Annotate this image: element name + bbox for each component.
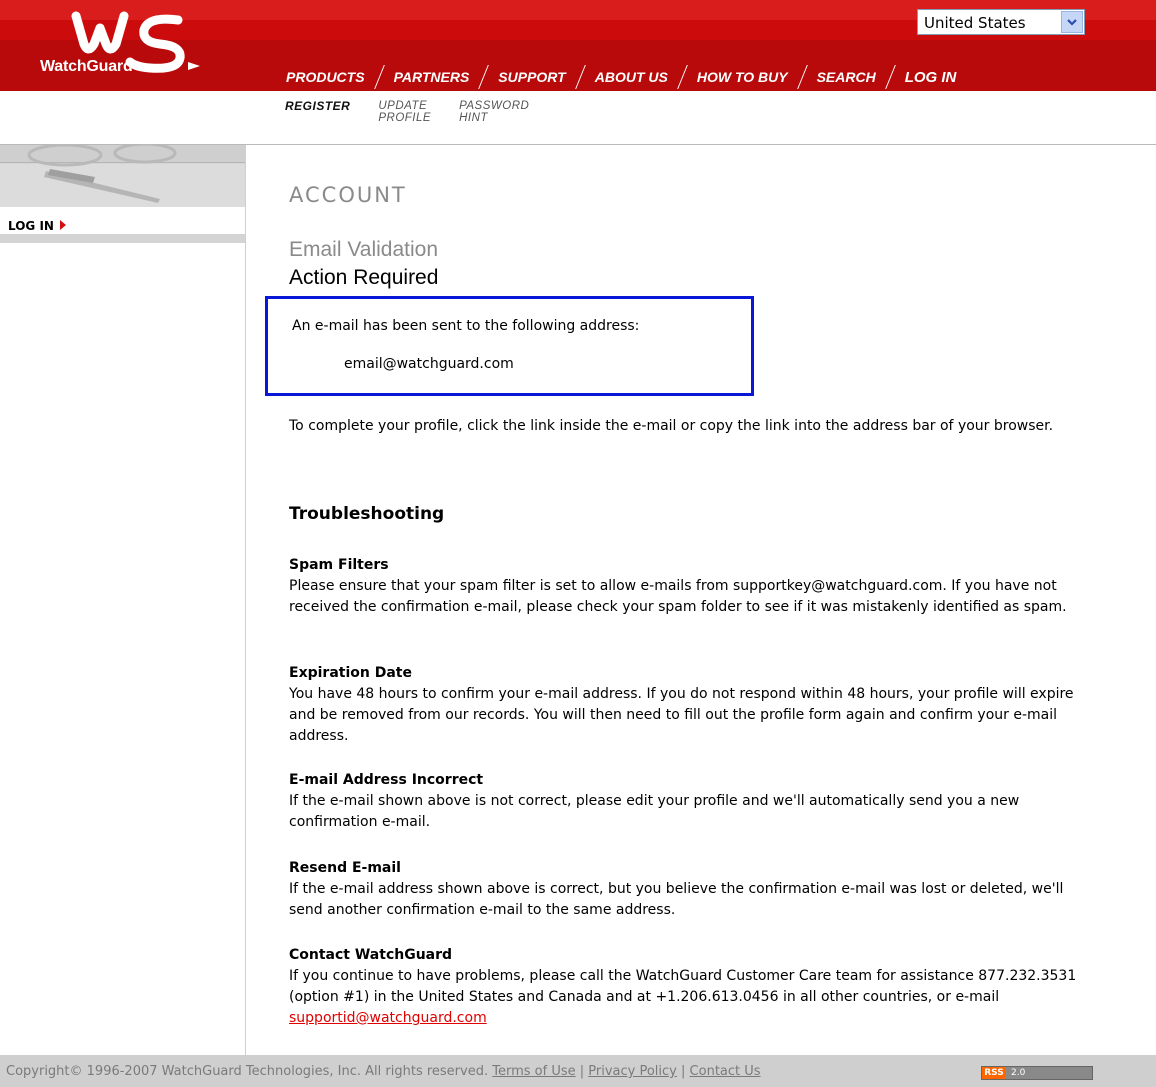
ts-contact-watchguard: Contact WatchGuard If you continue to ha… — [289, 945, 1079, 1029]
page-title: ACCOUNT — [289, 183, 407, 207]
nav-support[interactable]: SUPPORT — [484, 69, 579, 85]
sidebar-login-label: LOG IN — [8, 219, 54, 233]
subnav-password-hint[interactable]: PASSWORD HINT — [459, 100, 529, 124]
nav-search[interactable]: SEARCH — [803, 69, 890, 85]
ts-expiration-date-heading: Expiration Date — [289, 665, 412, 681]
country-select[interactable]: United States — [917, 9, 1085, 35]
nav-products[interactable]: PRODUCTS — [272, 69, 379, 85]
troubleshooting-heading: Troubleshooting — [289, 504, 445, 524]
ts-resend-email-heading: Resend E-mail — [289, 860, 401, 876]
nav-about-us[interactable]: ABOUT US — [581, 69, 682, 85]
ts-resend-email-body: If the e-mail address shown above is cor… — [289, 881, 1064, 918]
sidebar-banner-image — [0, 145, 245, 207]
watchguard-logo[interactable]: WatchGuard — [10, 4, 220, 84]
ts-email-incorrect-heading: E-mail Address Incorrect — [289, 772, 484, 788]
sidebar-border — [245, 145, 246, 1055]
sub-nav: REGISTER UPDATE PROFILE PASSWORD HINT — [285, 100, 529, 124]
sidebar-login-link[interactable]: LOG IN — [8, 219, 66, 233]
notice-message: An e-mail has been sent to the following… — [292, 318, 640, 334]
nav-partners[interactable]: PARTNERS — [380, 69, 484, 85]
chevron-down-icon[interactable] — [1061, 11, 1083, 33]
ts-expiration-date: Expiration Date You have 48 hours to con… — [289, 663, 1079, 747]
footer-text: Copyright© 1996-2007 WatchGuard Technolo… — [6, 1064, 761, 1079]
ts-contact-text: If you continue to have problems, please… — [289, 968, 1077, 1005]
rss-badge-label: RSS — [982, 1067, 1006, 1079]
subnav-update-profile-line2: PROFILE — [378, 112, 432, 124]
ts-expiration-date-body: You have 48 hours to confirm your e-mail… — [289, 686, 1074, 744]
ts-resend-email: Resend E-mail If the e-mail address show… — [289, 858, 1079, 921]
section-subtitle: Email Validation — [289, 238, 439, 261]
notice-email-address: email@watchguard.com — [344, 356, 514, 372]
footer-contact-link[interactable]: Contact Us — [690, 1064, 761, 1079]
footer-terms-link[interactable]: Terms of Use — [492, 1064, 575, 1079]
subnav-password-hint-line1: PASSWORD — [459, 100, 530, 112]
subnav-update-profile-line1: UPDATE — [378, 100, 428, 112]
arrow-right-icon — [59, 220, 66, 230]
footer-privacy-link[interactable]: Privacy Policy — [588, 1064, 677, 1079]
main-nav: PRODUCTS PARTNERS SUPPORT ABOUT US HOW T… — [272, 63, 970, 91]
ts-email-incorrect: E-mail Address Incorrect If the e-mail s… — [289, 770, 1079, 833]
logo-text: WatchGuard — [40, 58, 133, 75]
ts-email-incorrect-body: If the e-mail shown above is not correct… — [289, 793, 1020, 830]
sidebar-divider-bar — [0, 234, 245, 243]
footer-copyright: Copyright© 1996-2007 WatchGuard Technolo… — [6, 1064, 489, 1079]
subnav-password-hint-line2: HINT — [459, 112, 488, 124]
site-header: WatchGuard United States PRODUCTS PARTNE… — [0, 0, 1156, 93]
ts-contact-watchguard-body: If you continue to have problems, please… — [289, 966, 1079, 1029]
ts-spam-filters-body: Please ensure that your spam filter is s… — [289, 578, 1067, 615]
subnav-register[interactable]: REGISTER — [285, 100, 350, 124]
subnav-register-label: REGISTER — [285, 99, 351, 113]
nav-how-to-buy[interactable]: HOW TO BUY — [683, 69, 802, 85]
section-title: Action Required — [289, 266, 439, 289]
ts-contact-watchguard-heading: Contact WatchGuard — [289, 947, 453, 963]
site-footer: Copyright© 1996-2007 WatchGuard Technolo… — [0, 1055, 1156, 1087]
footer-separator: | — [676, 1064, 690, 1079]
support-email-link[interactable]: supportid@watchguard.com — [289, 1010, 487, 1026]
subnav-update-profile[interactable]: UPDATE PROFILE — [378, 100, 431, 124]
ts-spam-filters: Spam Filters Please ensure that your spa… — [289, 555, 1079, 618]
footer-separator: | — [575, 1064, 589, 1079]
instructions-text: To complete your profile, click the link… — [289, 418, 1054, 434]
rss-badge-version: 2.0 — [1006, 1067, 1092, 1079]
sidebar-banner-art — [27, 145, 177, 203]
header-divider — [0, 91, 1156, 93]
ts-spam-filters-heading: Spam Filters — [289, 557, 389, 573]
email-sent-notice: An e-mail has been sent to the following… — [265, 296, 754, 396]
nav-log-in[interactable]: LOG IN — [891, 69, 971, 86]
rss-feed-badge[interactable]: RSS 2.0 — [981, 1066, 1093, 1080]
country-select-value: United States — [924, 14, 1026, 32]
